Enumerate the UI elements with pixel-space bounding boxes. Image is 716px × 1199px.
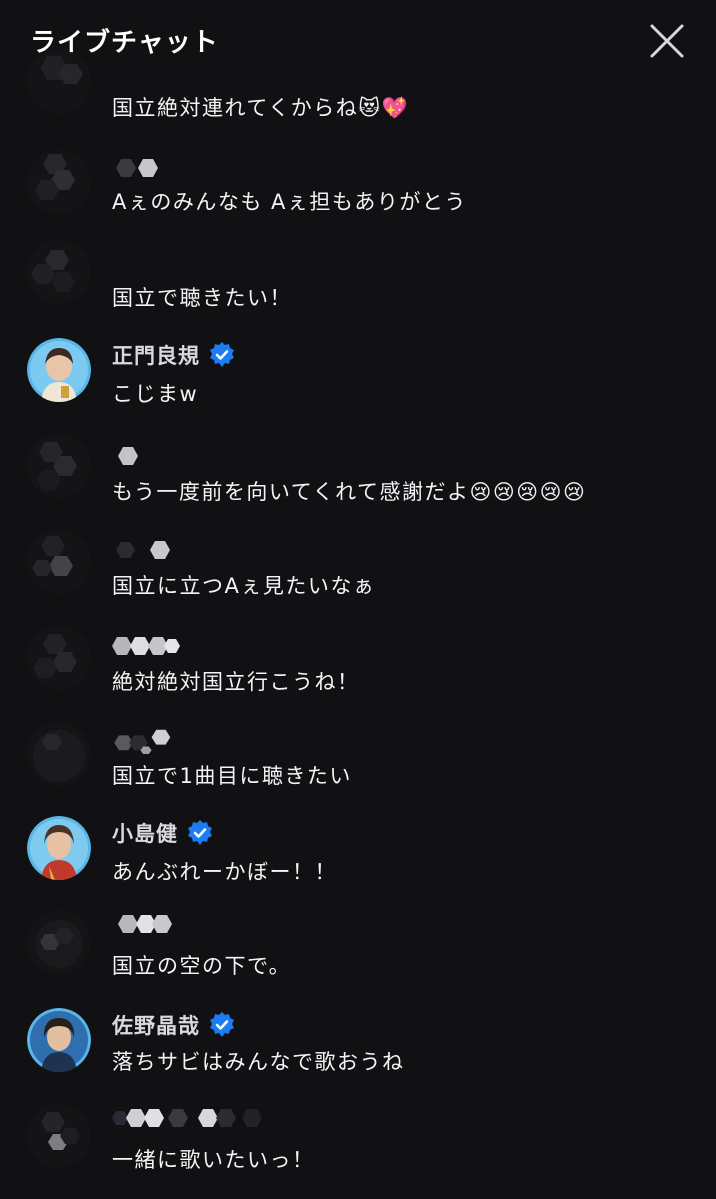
message-text: 一緒に歌いたいっ！ xyxy=(112,1148,315,1172)
verified-badge-icon xyxy=(210,1012,234,1037)
avatar xyxy=(27,434,91,498)
blurred-username xyxy=(112,1109,262,1127)
blurred-username xyxy=(118,447,138,465)
username-row xyxy=(112,632,184,660)
username-row: 小島健 xyxy=(112,818,214,848)
message-text: こじまw xyxy=(112,382,199,406)
username-row xyxy=(112,1104,282,1132)
blurred-username xyxy=(116,159,158,177)
avatar xyxy=(27,150,91,214)
avatar xyxy=(27,240,91,304)
verified-badge-icon xyxy=(188,820,212,845)
message-text: あんぶれーかぼー！！ xyxy=(112,860,337,884)
avatar xyxy=(27,50,91,114)
avatar xyxy=(27,626,91,690)
username-row xyxy=(112,726,180,754)
avatar xyxy=(27,530,91,594)
avatar xyxy=(27,816,91,880)
message-text: もう一度前を向いてくれて感謝だよ😢😢😢😢😢 xyxy=(112,480,587,504)
avatar xyxy=(27,338,91,402)
message-text: 国立絶対連れてくからね😻💖 xyxy=(112,96,410,120)
avatar xyxy=(27,722,91,786)
message-text: 落ちサビはみんなで歌おうね xyxy=(112,1050,405,1074)
avatar xyxy=(27,910,91,974)
username-row: 正門良規 xyxy=(112,340,236,370)
username-row xyxy=(112,154,172,182)
message-text: 国立の空の下で。 xyxy=(112,954,292,978)
close-button[interactable] xyxy=(644,18,690,64)
message-text: 国立で1曲目に聴きたい xyxy=(112,764,352,788)
username-row xyxy=(112,442,152,470)
blurred-username xyxy=(116,541,170,559)
message-text: Aぇのみんなも Aぇ担もありがとう xyxy=(112,190,467,214)
blurred-username xyxy=(118,915,172,933)
chat-message-list[interactable]: 国立絶対連れてくからね😻💖 Aぇのみんなも Aぇ担もありがとう 国立で聴きたい！… xyxy=(0,50,716,1199)
username: 佐野晶哉 xyxy=(112,1014,200,1038)
blurred-username xyxy=(114,729,171,754)
username-row xyxy=(112,536,182,564)
username: 正門良規 xyxy=(112,344,200,368)
close-icon xyxy=(650,24,684,58)
username: 小島健 xyxy=(112,822,178,846)
verified-badge-icon xyxy=(210,342,234,367)
username-row xyxy=(112,910,178,938)
message-text: 国立に立つAぇ見たいなぁ xyxy=(112,574,376,598)
blurred-username xyxy=(112,637,180,655)
message-text: 絶対絶対国立行こうね！ xyxy=(112,670,360,694)
username-row: 佐野晶哉 xyxy=(112,1010,236,1040)
message-text: 国立で聴きたい！ xyxy=(112,286,292,310)
avatar xyxy=(27,1008,91,1072)
avatar xyxy=(27,1104,91,1168)
